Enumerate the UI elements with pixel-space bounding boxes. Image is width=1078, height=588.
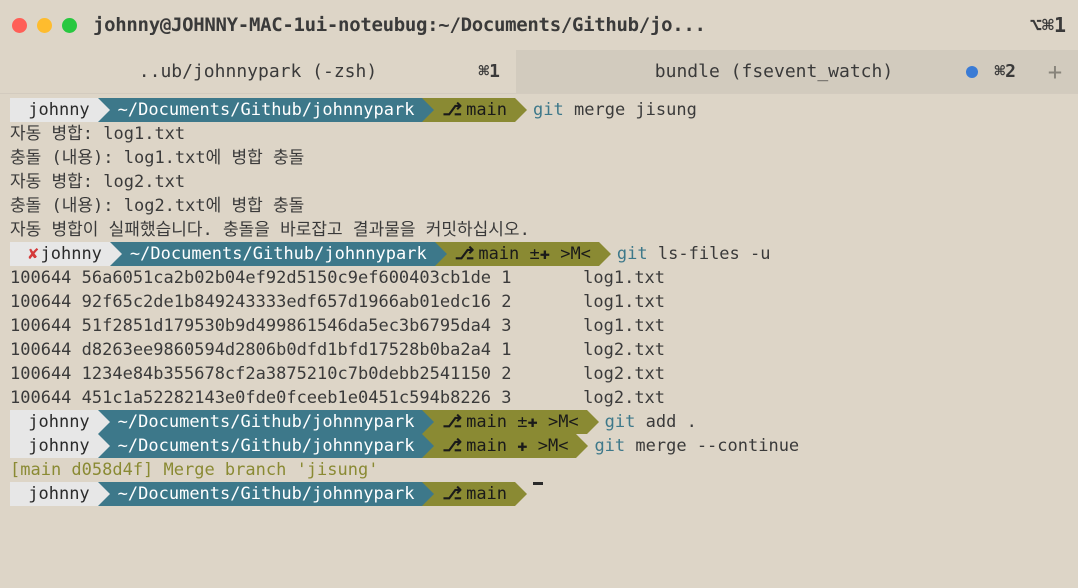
tab-label: ..ub/johnnypark (-zsh) [139, 61, 377, 82]
branch-icon: ⎇ [455, 242, 479, 266]
new-tab-button[interactable]: + [1032, 50, 1078, 93]
chevron-right-icon [98, 434, 110, 458]
minimize-button[interactable] [37, 18, 52, 33]
prompt-user: johnny [10, 434, 98, 458]
prompt-branch: ⎇main ✚ >M< [434, 434, 576, 458]
error-x-icon: ✘ [28, 242, 40, 266]
command: git ls-files -u [611, 242, 771, 266]
window-title: johnny@JOHNNY-MAC-1ui-noteubug:~/Documen… [93, 14, 1030, 36]
tab-bar: ..ub/johnnypark (-zsh) ⌘1 bundle (fseven… [0, 50, 1078, 94]
chevron-right-icon [599, 242, 611, 266]
prompt-row: johnny ~/Documents/Github/johnnypark ⎇ma… [10, 98, 1068, 122]
output-line: 100644 56a6051ca2b02b04ef92d5150c9ef6004… [10, 266, 1068, 290]
branch-icon: ⎇ [442, 482, 466, 506]
prompt-path: ~/Documents/Github/johnnypark [110, 482, 423, 506]
chevron-right-icon [98, 410, 110, 434]
prompt-branch: ⎇main ±✚ >M< [447, 242, 599, 266]
branch-icon: ⎇ [442, 98, 466, 122]
activity-indicator-icon [966, 66, 978, 78]
zoom-button[interactable] [62, 18, 77, 33]
output-line: 100644 92f65c2de1b849243333edf657d1966ab… [10, 290, 1068, 314]
output-line: 100644 d8263ee9860594d2806b0dfd1bfd17528… [10, 338, 1068, 362]
prompt-row: johnny ~/Documents/Github/johnnypark ⎇ma… [10, 410, 1068, 434]
output-line: 100644 1234e84b355678cf2a3875210c7b0debb… [10, 362, 1068, 386]
prompt-path: ~/Documents/Github/johnnypark [110, 410, 423, 434]
output-line: 자동 병합: log2.txt [10, 170, 1068, 194]
chevron-right-icon [422, 410, 434, 434]
terminal-content[interactable]: johnny ~/Documents/Github/johnnypark ⎇ma… [10, 98, 1068, 506]
tab-1[interactable]: ..ub/johnnypark (-zsh) ⌘1 [0, 50, 516, 93]
prompt-path: ~/Documents/Github/johnnypark [110, 98, 423, 122]
chevron-right-icon [110, 242, 122, 266]
chevron-right-icon [515, 482, 527, 506]
chevron-right-icon [98, 98, 110, 122]
close-button[interactable] [12, 18, 27, 33]
cursor [533, 482, 543, 485]
prompt-row: ✘ johnny ~/Documents/Github/johnnypark ⎇… [10, 242, 1068, 266]
chevron-right-icon [435, 242, 447, 266]
chevron-right-icon [98, 482, 110, 506]
command: git merge --continue [588, 434, 799, 458]
chevron-right-icon [515, 98, 527, 122]
branch-icon: ⎇ [442, 410, 466, 434]
prompt-user: johnny [10, 482, 98, 506]
prompt-user: johnny [10, 410, 98, 434]
chevron-right-icon [422, 434, 434, 458]
output-line: 100644 451c1a52282143e0fde0fceeb1e0451c5… [10, 386, 1068, 410]
prompt-branch: ⎇main [434, 98, 515, 122]
chevron-right-icon [422, 98, 434, 122]
prompt-row: johnny ~/Documents/Github/johnnypark ⎇ma… [10, 434, 1068, 458]
output-line: 자동 병합이 실패했습니다. 충돌을 바로잡고 결과물을 커밋하십시오. [10, 218, 1068, 242]
branch-icon: ⎇ [442, 434, 466, 458]
prompt-path: ~/Documents/Github/johnnypark [122, 242, 435, 266]
prompt-user: johnny [10, 98, 98, 122]
output-line: [main d058d4f] Merge branch 'jisung' [10, 458, 1068, 482]
prompt-user-error: ✘ johnny [10, 242, 110, 266]
chevron-right-icon [576, 434, 588, 458]
prompt-branch: ⎇main [434, 482, 515, 506]
prompt-path: ~/Documents/Github/johnnypark [110, 434, 423, 458]
output-line: 충돌 (내용): log1.txt에 병합 충돌 [10, 146, 1068, 170]
tab-shortcut: ⌘1 [478, 61, 500, 82]
tab-label: bundle (fsevent_watch) [655, 61, 893, 82]
output-line: 100644 51f2851d179530b9d499861546da5ec3b… [10, 314, 1068, 338]
prompt-branch: ⎇main ±✚ >M< [434, 410, 586, 434]
command: git add . [599, 410, 697, 434]
tab-2[interactable]: bundle (fsevent_watch) ⌘2 [516, 50, 1032, 93]
command: git merge jisung [527, 98, 697, 122]
traffic-lights [12, 18, 77, 33]
window-shortcut: ⌥⌘1 [1030, 13, 1066, 37]
titlebar: johnny@JOHNNY-MAC-1ui-noteubug:~/Documen… [0, 0, 1078, 50]
chevron-right-icon [587, 410, 599, 434]
output-line: 충돌 (내용): log2.txt에 병합 충돌 [10, 194, 1068, 218]
chevron-right-icon [422, 482, 434, 506]
prompt-row: johnny ~/Documents/Github/johnnypark ⎇ma… [10, 482, 1068, 506]
tab-shortcut: ⌘2 [994, 61, 1016, 82]
output-line: 자동 병합: log1.txt [10, 122, 1068, 146]
